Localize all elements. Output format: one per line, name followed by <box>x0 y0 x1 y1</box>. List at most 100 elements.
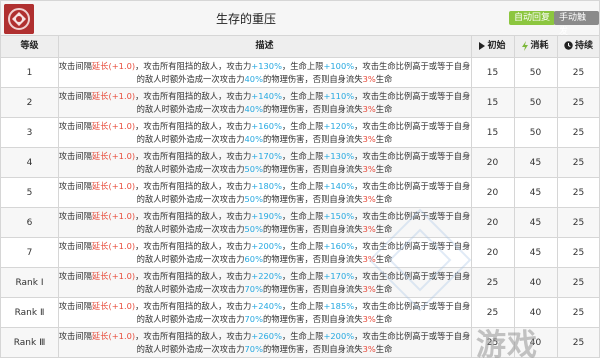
desc-text: ，生命上限 <box>281 150 324 161</box>
table-row: 6 攻击间隔延长(+1.0)，攻击所有阻挡的敌人，攻击力+190%，生命上限+15… <box>0 208 600 238</box>
duration-cell: 25 <box>557 88 600 117</box>
initial-sp-value: 20 <box>486 187 499 198</box>
extra-damage-value: 70% <box>244 313 263 324</box>
desc-text: 攻击间隔 <box>58 120 92 131</box>
level-cell: 1 <box>1 58 58 87</box>
duration-value: 25 <box>572 127 585 138</box>
table-row: 4 攻击间隔延长(+1.0)，攻击所有阻挡的敌人，攻击力+170%，生命上限+13… <box>0 148 600 178</box>
table-row: 1 攻击间隔延长(+1.0)，攻击所有阻挡的敌人，攻击力+130%，生命上限+10… <box>0 58 600 88</box>
hp-bonus-value: +185% <box>323 300 355 311</box>
sp-cost-value: 45 <box>529 217 542 228</box>
desc-text: 生命 <box>375 73 393 84</box>
attack-bonus-value: +220% <box>251 270 282 281</box>
desc-text: ，攻击所有阻挡的敌人，攻击力 <box>135 270 252 281</box>
initial-sp-value: 20 <box>486 247 499 258</box>
sp-cost-cell: 50 <box>514 58 557 87</box>
initial-sp-column-header: 初始 <box>471 36 514 57</box>
desc-text: 的物理伤害，否则自身流失 <box>262 343 363 354</box>
duration-cell: 25 <box>557 268 600 297</box>
extra-damage-value: 70% <box>244 283 263 294</box>
duration-column-header: 持续 <box>557 36 600 57</box>
level-cell: 5 <box>1 178 58 207</box>
hp-bonus-value: +120% <box>323 120 355 131</box>
duration-value: 25 <box>572 247 585 258</box>
hp-loss-value: 3% <box>362 103 376 114</box>
attack-bonus-value: +260% <box>251 330 282 341</box>
level-value: 3 <box>26 127 33 138</box>
sp-cost-value: 50 <box>529 67 542 78</box>
level-value: 7 <box>26 247 33 258</box>
sp-cost-cell: 45 <box>514 238 557 267</box>
attack-bonus-value: +190% <box>251 210 282 221</box>
level-cell: Rank Ⅲ <box>1 328 58 357</box>
desc-text: ，生命上限 <box>281 90 324 101</box>
table-row: 3 攻击间隔延长(+1.0)，攻击所有阻挡的敌人，攻击力+160%，生命上限+12… <box>0 118 600 148</box>
hp-loss-value: 3% <box>362 163 376 174</box>
level-value: Rank Ⅱ <box>14 307 45 318</box>
desc-text: ，生命上限 <box>281 240 324 251</box>
attack-interval-value: 延长(+1.0) <box>91 240 136 251</box>
attack-interval-value: 延长(+1.0) <box>91 270 136 281</box>
duration-value: 25 <box>572 157 585 168</box>
desc-text: 攻击间隔 <box>58 240 92 251</box>
level-cell: 2 <box>1 88 58 117</box>
hp-bonus-value: +200% <box>323 330 355 341</box>
extra-damage-value: 70% <box>244 343 263 354</box>
desc-text: 生命 <box>375 343 393 354</box>
desc-text: ，攻击所有阻挡的敌人，攻击力 <box>135 300 252 311</box>
desc-text: ，攻击所有阻挡的敌人，攻击力 <box>135 60 252 71</box>
desc-text: 的物理伤害，否则自身流失 <box>262 163 363 174</box>
initial-sp-value: 15 <box>486 97 499 108</box>
level-value: 5 <box>26 187 33 198</box>
attack-interval-value: 延长(+1.0) <box>91 120 136 131</box>
skill-icon <box>4 4 34 34</box>
desc-text: 的物理伤害，否则自身流失 <box>262 313 363 324</box>
desc-text: ，生命上限 <box>281 330 324 341</box>
initial-sp-cell: 15 <box>471 88 514 117</box>
duration-cell: 25 <box>557 148 600 177</box>
table-row: Rank Ⅰ 攻击间隔延长(+1.0)，攻击所有阻挡的敌人，攻击力+220%，生命… <box>0 268 600 298</box>
duration-cell: 25 <box>557 178 600 207</box>
column-headers: 等级 描述 初始 消耗 持续 <box>0 36 600 58</box>
attack-interval-value: 延长(+1.0) <box>91 150 136 161</box>
desc-text: 的物理伤害，否则自身流失 <box>262 283 363 294</box>
desc-text: ，攻击所有阻挡的敌人，攻击力 <box>135 90 252 101</box>
level-value: 1 <box>26 67 33 78</box>
hp-bonus-value: +150% <box>323 210 355 221</box>
hp-bonus-value: +100% <box>323 60 355 71</box>
desc-text: ，攻击所有阻挡的敌人，攻击力 <box>135 330 252 341</box>
level-cell: 4 <box>1 148 58 177</box>
attack-bonus-value: +130% <box>251 60 282 71</box>
trigger-type-badge: 手动触发 <box>554 11 599 37</box>
attack-bonus-value: +200% <box>251 240 282 251</box>
skill-name: 生存的重压 <box>215 12 276 26</box>
desc-text: 攻击间隔 <box>58 270 92 281</box>
recovery-type-badge: 自动回复 <box>509 11 556 25</box>
attack-interval-value: 延长(+1.0) <box>91 300 136 311</box>
hp-bonus-value: +170% <box>323 270 355 281</box>
attack-bonus-value: +180% <box>251 180 282 191</box>
attack-bonus-value: +140% <box>251 90 282 101</box>
sp-cost-value: 40 <box>529 277 542 288</box>
sp-cost-value: 50 <box>529 127 542 138</box>
desc-text: ，生命上限 <box>281 300 324 311</box>
sp-cost-cell: 40 <box>514 268 557 297</box>
sp-cost-cell: 50 <box>514 88 557 117</box>
level-cell: 6 <box>1 208 58 237</box>
duration-value: 25 <box>572 217 585 228</box>
hp-bonus-value: +160% <box>323 240 355 251</box>
duration-value: 25 <box>572 307 585 318</box>
duration-cell: 25 <box>557 118 600 147</box>
duration-cell: 25 <box>557 58 600 87</box>
duration-value: 25 <box>572 277 585 288</box>
play-triangle-icon <box>479 41 486 50</box>
sp-cost-cell: 45 <box>514 208 557 237</box>
description-cell: 攻击间隔延长(+1.0)，攻击所有阻挡的敌人，攻击力+140%，生命上限+110… <box>58 88 471 117</box>
duration-cell: 25 <box>557 208 600 237</box>
attack-interval-value: 延长(+1.0) <box>91 90 136 101</box>
sp-cost-value: 45 <box>529 187 542 198</box>
description-cell: 攻击间隔延长(+1.0)，攻击所有阻挡的敌人，攻击力+160%，生命上限+120… <box>58 118 471 147</box>
skill-header: 生存的重压 自动回复 手动触发 <box>0 0 600 37</box>
desc-text: 攻击间隔 <box>58 150 92 161</box>
initial-sp-cell: 15 <box>471 118 514 147</box>
